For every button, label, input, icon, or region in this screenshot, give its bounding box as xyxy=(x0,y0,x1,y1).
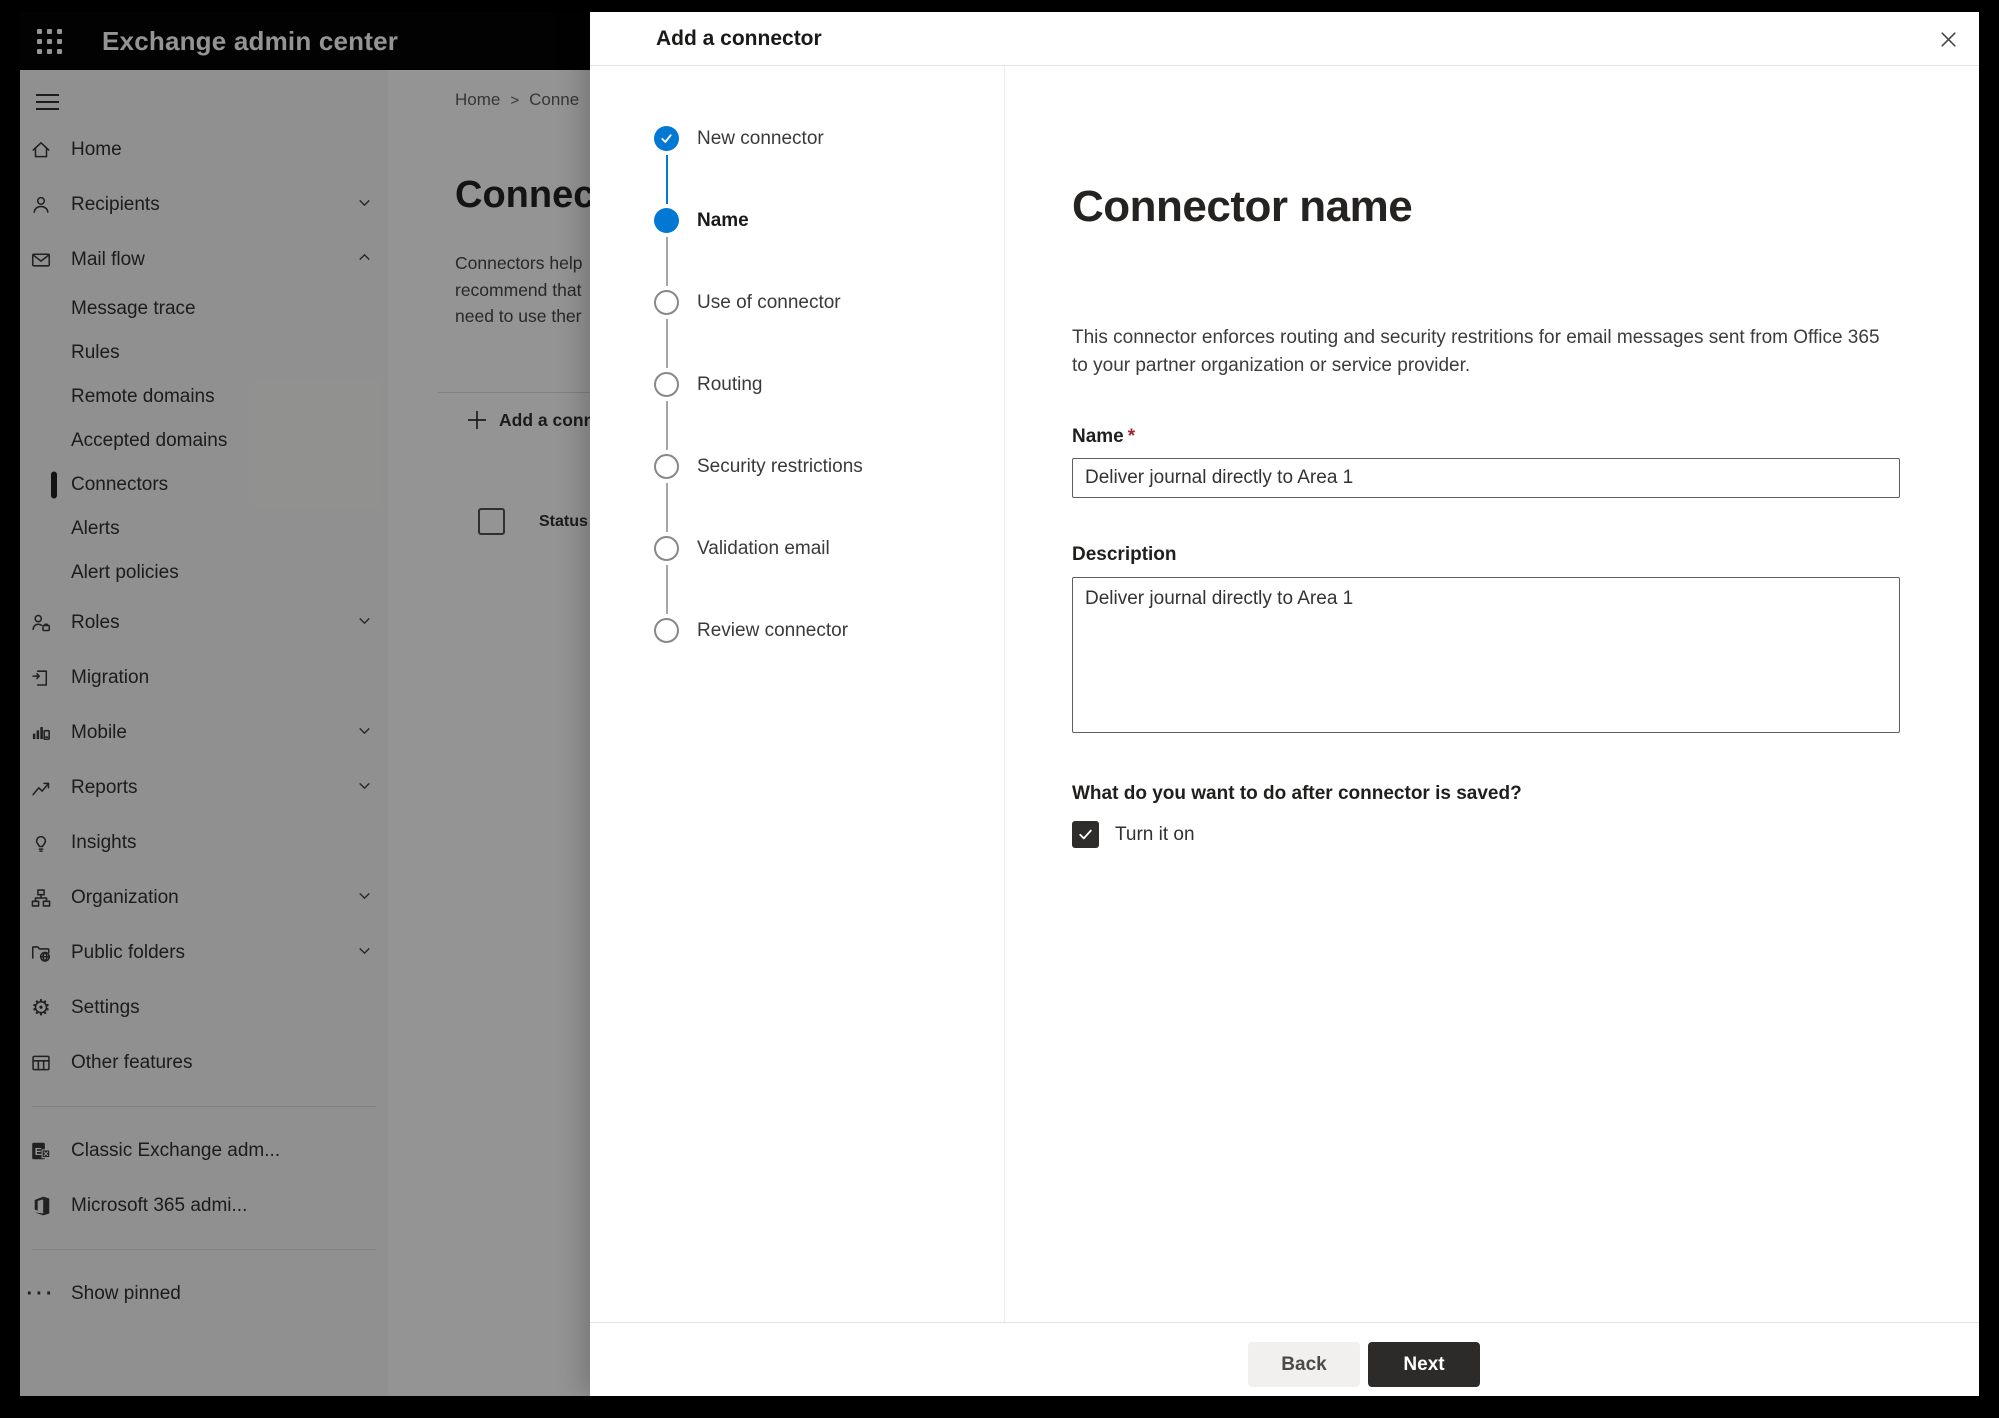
add-connector-panel: Add a connector New connector Name Use o… xyxy=(590,12,1979,1396)
wizard-step-use-of-connector[interactable]: Use of connector xyxy=(654,290,1004,372)
step-label: Review connector xyxy=(697,620,849,641)
step-circle xyxy=(654,536,679,561)
wizard-step-validation-email[interactable]: Validation email xyxy=(654,536,1004,618)
turn-on-checkbox-row[interactable]: Turn it on xyxy=(1072,821,1895,848)
description-label: Description xyxy=(1072,544,1177,565)
description-field[interactable]: Deliver journal directly to Area 1 xyxy=(1072,577,1900,733)
step-label: New connector xyxy=(697,128,824,149)
step-circle xyxy=(654,208,679,233)
check-icon xyxy=(661,134,672,143)
step-connector-line xyxy=(665,237,668,286)
step-connector-line xyxy=(665,319,668,368)
step-circle xyxy=(654,372,679,397)
step-label: Routing xyxy=(697,374,763,395)
panel-header: Add a connector xyxy=(590,12,1979,66)
turn-on-label: Turn it on xyxy=(1115,823,1195,845)
step-label: Name xyxy=(697,210,749,231)
after-save-question: What do you want to do after connector i… xyxy=(1072,783,1522,804)
step-label: Security restrictions xyxy=(697,456,863,477)
panel-footer: Back Next xyxy=(590,1322,1979,1396)
step-connector-line xyxy=(665,155,668,204)
screen: Exchange admin center Home Recipients Ma… xyxy=(20,12,1979,1396)
step-connector-line xyxy=(665,483,668,532)
panel-title: Add a connector xyxy=(656,27,822,50)
name-label: Name * xyxy=(1072,426,1136,447)
required-asterisk: * xyxy=(1127,426,1136,447)
wizard-step-name[interactable]: Name xyxy=(654,208,1004,290)
close-icon[interactable] xyxy=(1935,26,1961,52)
step-label: Validation email xyxy=(697,538,830,559)
next-button[interactable]: Next xyxy=(1368,1342,1480,1387)
turn-on-checkbox[interactable] xyxy=(1072,821,1099,848)
wizard-step-content: Connector name This connector enforces r… xyxy=(1005,66,1979,1322)
wizard-step-new-connector[interactable]: New connector xyxy=(654,126,1004,208)
step-description: This connector enforces routing and secu… xyxy=(1072,327,1880,376)
step-circle xyxy=(654,454,679,479)
back-button[interactable]: Back xyxy=(1248,1342,1360,1387)
step-connector-line xyxy=(665,565,668,614)
wizard-step-review-connector[interactable]: Review connector xyxy=(654,618,1004,700)
name-field[interactable] xyxy=(1072,458,1900,498)
wizard-step-routing[interactable]: Routing xyxy=(654,372,1004,454)
step-connector-line xyxy=(665,401,668,450)
wizard-steps: New connector Name Use of connector Rout… xyxy=(590,66,1005,1322)
modal-dim-overlay xyxy=(20,12,590,1396)
step-circle xyxy=(654,126,679,151)
wizard-step-security-restrictions[interactable]: Security restrictions xyxy=(654,454,1004,536)
step-circle xyxy=(654,290,679,315)
step-circle xyxy=(654,618,679,643)
step-label: Use of connector xyxy=(697,292,841,313)
step-title: Connector name xyxy=(1072,182,1413,231)
